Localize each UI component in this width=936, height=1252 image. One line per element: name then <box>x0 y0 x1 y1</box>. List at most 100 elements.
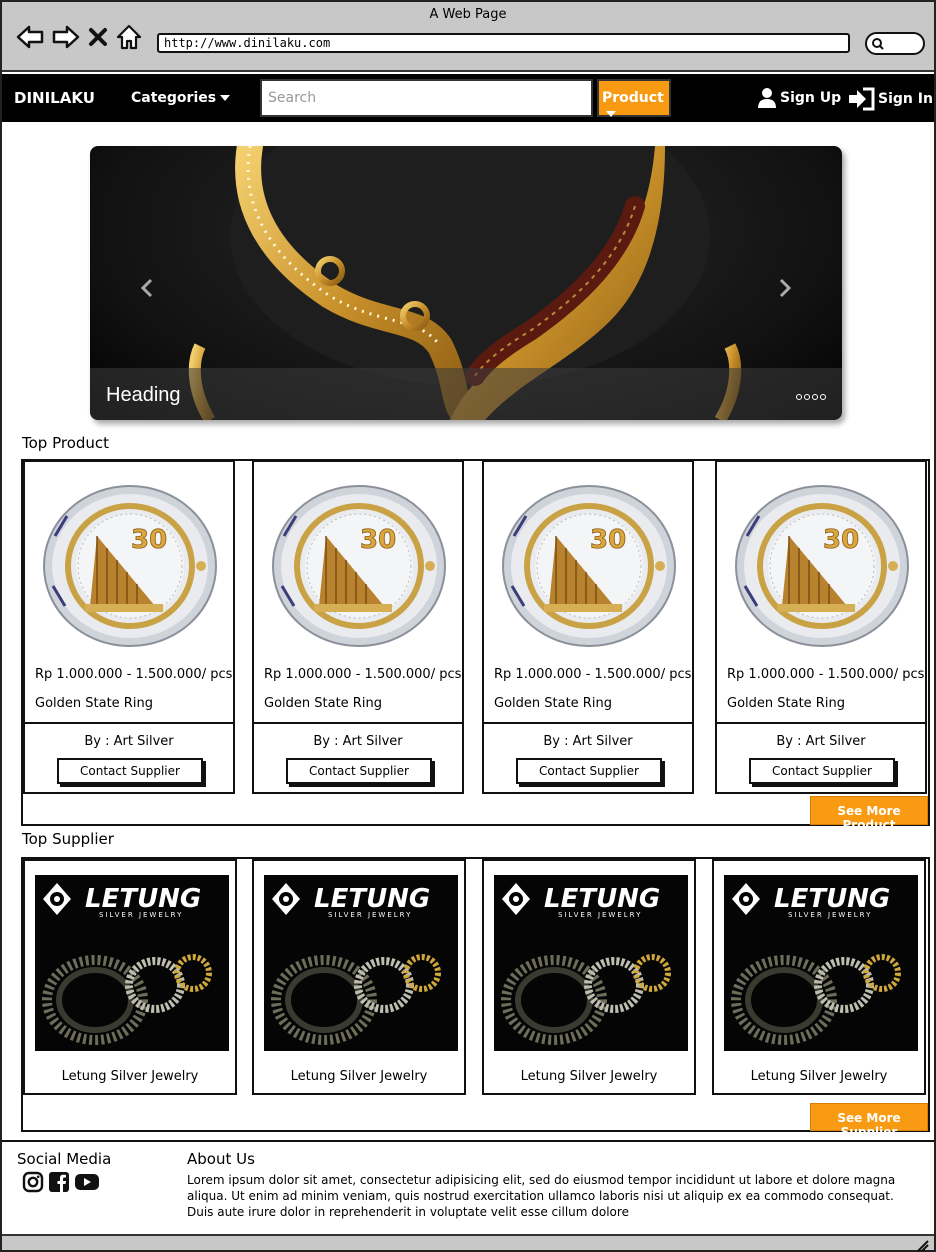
product-supplier: By : Art Silver <box>84 734 174 749</box>
product-card-top: 30 Rp 1.000.000 - 1.500.000/ pcs Golden … <box>484 462 692 724</box>
product-card-bottom: By : Art Silver Contact Supplier <box>484 724 692 792</box>
svg-text:30: 30 <box>590 525 626 555</box>
categories-label: Categories <box>131 90 217 106</box>
product-card[interactable]: 30 Rp 1.000.000 - 1.500.000/ pcs Golden … <box>715 460 927 794</box>
ring-image: 30 <box>735 485 909 647</box>
product-label: Product <box>602 90 664 106</box>
supplier-name[interactable]: Letung Silver Jewelry <box>484 1069 694 1084</box>
search-input[interactable] <box>260 79 593 117</box>
window-title: A Web Page <box>429 7 507 22</box>
product-card[interactable]: 30 Rp 1.000.000 - 1.500.000/ pcs Golden … <box>23 460 235 794</box>
supplier-card[interactable]: LETUNG SILVER JEWELRY Letung Silver Jewe… <box>252 859 466 1095</box>
contact-supplier-button[interactable]: Contact Supplier <box>57 758 203 784</box>
svg-text:30: 30 <box>823 525 859 555</box>
resize-grip-icon[interactable] <box>916 1237 930 1252</box>
product-price: Rp 1.000.000 - 1.500.000/ pcs <box>727 667 925 682</box>
youtube-icon[interactable] <box>74 1171 100 1197</box>
ring-image: 30 <box>43 485 217 647</box>
product-card-bottom: By : Art Silver Contact Supplier <box>717 724 925 792</box>
signin-link[interactable]: Sign In <box>847 87 933 111</box>
carousel-indicators[interactable] <box>796 394 826 400</box>
carousel-prev-icon[interactable] <box>140 278 154 302</box>
carousel-next-icon[interactable] <box>778 278 792 302</box>
product-card[interactable]: 30 Rp 1.000.000 - 1.500.000/ pcs Golden … <box>482 460 694 794</box>
contact-supplier-button[interactable]: Contact Supplier <box>286 758 432 784</box>
product-price: Rp 1.000.000 - 1.500.000/ pcs <box>264 667 462 682</box>
supplier-logo-image: LETUNG SILVER JEWELRY <box>264 875 458 1051</box>
footer-divider <box>2 1140 934 1142</box>
carousel-dot[interactable] <box>796 394 802 400</box>
supplier-logo-subtext: SILVER JEWELRY <box>99 911 183 919</box>
brand-logo[interactable]: DINILAKU <box>14 89 95 107</box>
contact-supplier-button[interactable]: Contact Supplier <box>749 758 895 784</box>
hero-carousel[interactable]: Heading <box>90 146 842 420</box>
product-card-top: 30 Rp 1.000.000 - 1.500.000/ pcs Golden … <box>717 462 925 724</box>
signup-label: Sign Up <box>780 90 842 106</box>
site-navbar: DINILAKU Categories Product Sign Up Sign… <box>2 74 934 122</box>
product-name[interactable]: Golden State Ring <box>727 696 845 711</box>
forward-icon[interactable] <box>52 24 80 50</box>
see-more-product-button[interactable]: See More Product <box>810 796 928 832</box>
ring-image: 30 <box>502 485 676 647</box>
see-more-supplier-button[interactable]: See More Supplier <box>810 1103 928 1139</box>
svg-text:30: 30 <box>360 525 396 555</box>
chevron-down-icon <box>606 111 616 117</box>
search-icon <box>872 38 884 50</box>
browser-window: A Web Page http://www.dinilaku.com DINIL… <box>0 0 936 1252</box>
signup-link[interactable]: Sign Up <box>757 87 841 109</box>
chevron-down-icon <box>220 95 231 101</box>
supplier-card[interactable]: LETUNG SILVER JEWELRY Letung Silver Jewe… <box>23 859 237 1095</box>
carousel-dot[interactable] <box>804 394 810 400</box>
about-us-title: About Us <box>187 1150 255 1168</box>
supplier-logo-text: LETUNG <box>544 884 660 914</box>
browser-status-bar <box>2 1234 934 1252</box>
facebook-icon[interactable] <box>48 1171 70 1197</box>
supplier-card[interactable]: LETUNG SILVER JEWELRY Letung Silver Jewe… <box>482 859 696 1095</box>
supplier-card[interactable]: LETUNG SILVER JEWELRY Letung Silver Jewe… <box>712 859 926 1095</box>
carousel-caption <box>90 368 842 420</box>
social-icons <box>22 1171 100 1197</box>
close-icon[interactable] <box>88 26 108 48</box>
product-card-bottom: By : Art Silver Contact Supplier <box>25 724 233 792</box>
instagram-icon[interactable] <box>22 1171 44 1197</box>
supplier-name[interactable]: Letung Silver Jewelry <box>25 1069 235 1084</box>
carousel-dot[interactable] <box>820 394 826 400</box>
supplier-logo-subtext: SILVER JEWELRY <box>558 911 642 919</box>
top-product-title: Top Product <box>22 434 110 452</box>
supplier-logo-image: LETUNG SILVER JEWELRY <box>35 875 229 1051</box>
home-icon[interactable] <box>116 24 142 50</box>
supplier-name[interactable]: Letung Silver Jewelry <box>254 1069 464 1084</box>
product-name[interactable]: Golden State Ring <box>35 696 153 711</box>
contact-supplier-button[interactable]: Contact Supplier <box>516 758 662 784</box>
social-media-title: Social Media <box>17 1150 112 1168</box>
supplier-logo-subtext: SILVER JEWELRY <box>788 911 872 919</box>
product-supplier: By : Art Silver <box>313 734 403 749</box>
browser-search-button[interactable] <box>865 32 925 55</box>
product-dropdown[interactable]: Product <box>597 79 671 117</box>
supplier-name[interactable]: Letung Silver Jewelry <box>714 1069 924 1084</box>
back-icon[interactable] <box>16 24 44 50</box>
address-bar[interactable]: http://www.dinilaku.com <box>157 33 850 53</box>
carousel-dot[interactable] <box>812 394 818 400</box>
svg-text:30: 30 <box>131 525 167 555</box>
product-name[interactable]: Golden State Ring <box>494 696 612 711</box>
product-supplier: By : Art Silver <box>776 734 866 749</box>
categories-dropdown[interactable]: Categories <box>131 90 231 106</box>
carousel-heading: Heading <box>106 384 181 406</box>
sign-in-icon <box>849 87 875 111</box>
product-name[interactable]: Golden State Ring <box>264 696 382 711</box>
product-price: Rp 1.000.000 - 1.500.000/ pcs <box>494 667 692 682</box>
browser-chrome: A Web Page http://www.dinilaku.com <box>2 2 934 72</box>
supplier-logo-subtext: SILVER JEWELRY <box>328 911 412 919</box>
top-supplier-title: Top Supplier <box>22 830 114 848</box>
supplier-logo-text: LETUNG <box>774 884 890 914</box>
about-us-text: Lorem ipsum dolor sit amet, consectetur … <box>187 1173 896 1219</box>
supplier-logo-text: LETUNG <box>314 884 430 914</box>
user-icon <box>758 88 776 108</box>
signin-label: Sign In <box>878 91 933 107</box>
supplier-logo-text: LETUNG <box>85 884 201 914</box>
supplier-logo-image: LETUNG SILVER JEWELRY <box>724 875 918 1051</box>
product-card[interactable]: 30 Rp 1.000.000 - 1.500.000/ pcs Golden … <box>252 460 464 794</box>
product-price: Rp 1.000.000 - 1.500.000/ pcs <box>35 667 233 682</box>
product-supplier: By : Art Silver <box>543 734 633 749</box>
